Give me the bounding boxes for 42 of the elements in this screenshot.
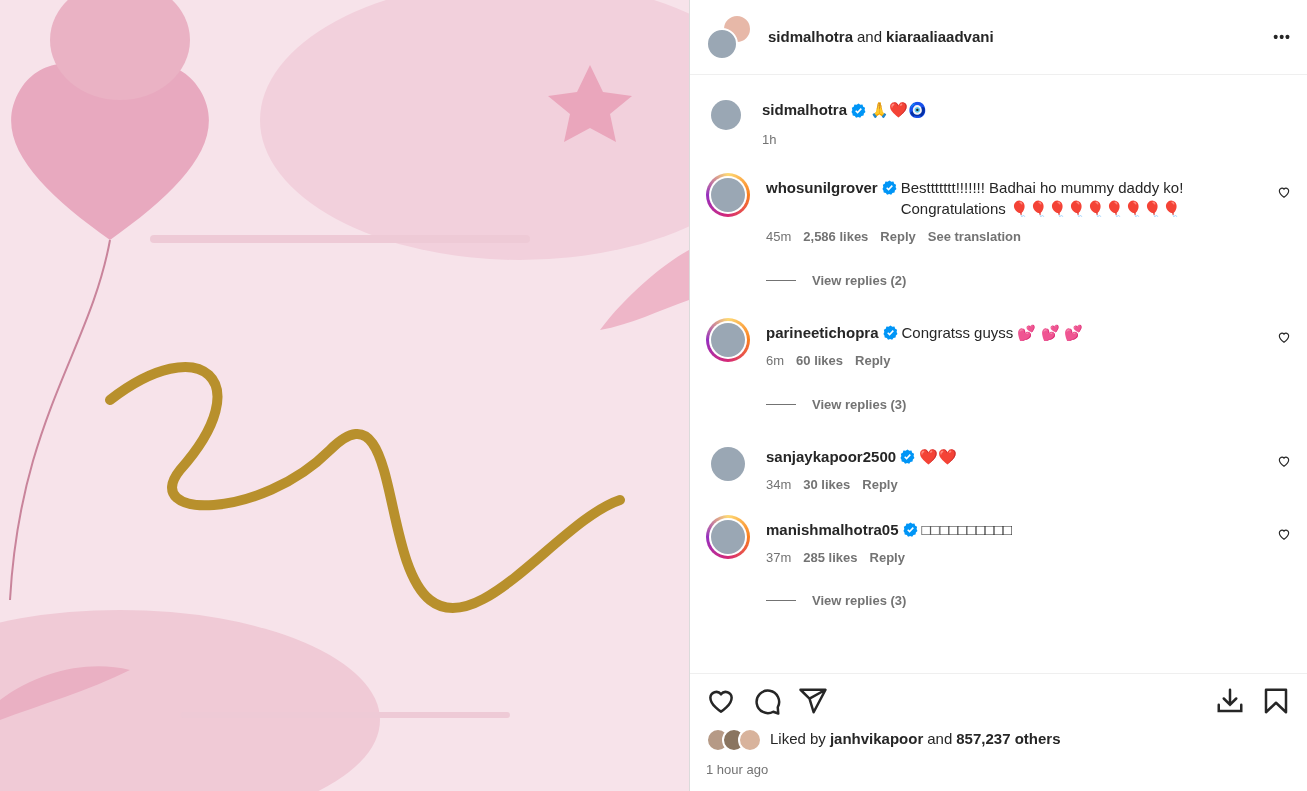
view-replies-link[interactable]: View replies (3) — [812, 591, 907, 611]
timestamp: 45m — [766, 228, 792, 246]
post-time: 1 hour ago — [706, 760, 770, 779]
timestamp: 34m — [766, 476, 792, 494]
username[interactable]: parineetichopra — [766, 322, 879, 343]
username[interactable]: manishmalhotra05 — [766, 518, 899, 540]
comment-text: ❤❤ — [919, 447, 959, 467]
reply-link[interactable]: Reply — [869, 547, 905, 567]
caption-text: 🙏❤🧿 — [870, 100, 928, 120]
likes-count[interactable]: 285 likes — [803, 547, 858, 567]
username[interactable]: whosunilgrover — [766, 177, 878, 198]
translation-link[interactable]: See translation — [927, 227, 1021, 247]
timestamp: 6m — [766, 352, 785, 370]
author-link[interactable]: sidmalhotra — [768, 25, 854, 49]
username[interactable]: sidmalhotra — [762, 99, 848, 122]
avatar[interactable] — [706, 318, 750, 362]
more-options-button[interactable]: ••• — [1273, 26, 1291, 48]
like-icon[interactable] — [1277, 185, 1291, 199]
likes-count[interactable]: 60 likes — [796, 351, 844, 371]
coauthor-link[interactable]: kiaraaliaadvani — [886, 25, 994, 49]
timestamp: 37m — [766, 548, 792, 567]
like-icon[interactable] — [1277, 330, 1291, 344]
liked-by-text: Liked by — [770, 729, 826, 750]
likes-count[interactable]: 2,586 likes — [803, 227, 869, 247]
likes-count[interactable]: 857,237 others — [956, 728, 1061, 751]
avatar[interactable] — [706, 514, 750, 559]
joiner-text: and — [927, 729, 953, 750]
comment-text: Congratss guyss 💕 💕 💕 — [901, 323, 1084, 343]
comment-text: Besttttttt!!!!!!! Badhai ho mummy daddy ko! Congratulations 🎈🎈🎈🎈🎈🎈🎈🎈🎈 — [900, 178, 1185, 219]
username[interactable]: sanjaykapoor2500 — [766, 446, 897, 467]
view-replies-link[interactable]: View replies (2) — [812, 270, 907, 290]
avatar[interactable] — [706, 173, 750, 217]
username[interactable]: janhvikapoor — [829, 728, 924, 751]
joiner-text: and — [857, 26, 883, 47]
comment-text: □□□□□□□□□□ — [921, 519, 1014, 540]
likes-count[interactable]: 30 likes — [803, 475, 851, 495]
timestamp: 1h — [762, 130, 778, 149]
like-icon[interactable] — [1277, 454, 1291, 468]
reply-link[interactable]: Reply — [880, 227, 916, 247]
reply-link[interactable]: Reply — [855, 351, 891, 371]
reply-link[interactable]: Reply — [862, 475, 898, 495]
view-replies-link[interactable]: View replies (3) — [812, 394, 907, 414]
